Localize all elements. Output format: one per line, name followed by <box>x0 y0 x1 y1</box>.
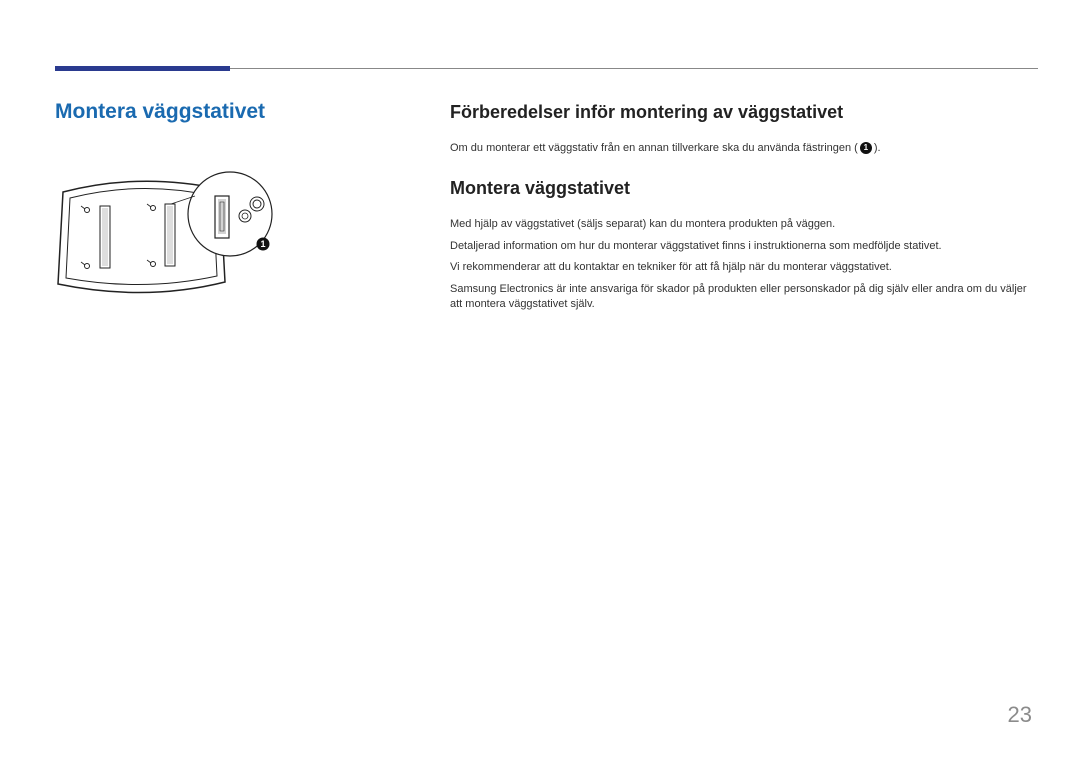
section1-heading: Förberedelser inför montering av väggsta… <box>450 102 1028 123</box>
right-column: Förberedelser inför montering av väggsta… <box>450 102 1028 318</box>
section-mount: Montera väggstativet Med hjälp av väggst… <box>450 178 1028 312</box>
text-span: Om du monterar ett väggstativ från en an… <box>450 142 858 154</box>
left-column: Montera väggstativet <box>55 100 280 319</box>
wall-mount-diagram: 1 <box>55 154 280 319</box>
section2-heading: Montera väggstativet <box>450 178 1028 199</box>
text-span: ). <box>874 142 881 154</box>
section1-text: Om du monterar ett väggstativ från en an… <box>450 141 1028 156</box>
section2-p2: Detaljerad information om hur du montera… <box>450 239 1028 254</box>
page-number: 23 <box>1008 702 1032 728</box>
callout-badge-1: 1 <box>860 142 872 154</box>
section2-p1: Med hjälp av väggstativet (säljs separat… <box>450 217 1028 232</box>
section2-p3: Vi rekommenderar att du kontaktar en tek… <box>450 260 1028 275</box>
section-preparations: Förberedelser inför montering av väggsta… <box>450 102 1028 156</box>
header-accent-bar <box>55 66 230 71</box>
svg-text:1: 1 <box>260 239 265 249</box>
section2-p4: Samsung Electronics är inte ansvariga fö… <box>450 282 1028 313</box>
left-heading: Montera väggstativet <box>55 100 280 124</box>
